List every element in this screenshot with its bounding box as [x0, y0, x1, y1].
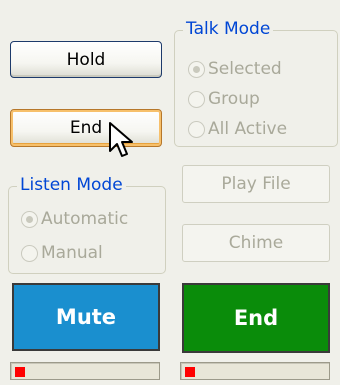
talk-mode-group-radio[interactable]: Group [188, 89, 260, 109]
radio-label: All Active [208, 119, 288, 139]
hold-button[interactable]: Hold [10, 41, 162, 78]
talk-end-button[interactable]: End [182, 283, 330, 353]
radio-selected-icon [21, 210, 38, 228]
radio-label: Group [208, 89, 260, 109]
radio-label: Selected [208, 59, 282, 79]
end-call-button-label: End [69, 118, 103, 138]
radio-selected-icon [188, 60, 205, 78]
talk-mode-group: Talk Mode Selected Group All Active [174, 19, 338, 147]
listen-mode-group: Listen Mode Automatic Manual [8, 175, 166, 274]
play-file-button-label: Play File [221, 174, 291, 194]
talk-mode-all-active-radio[interactable]: All Active [188, 119, 287, 139]
level-indicator [15, 367, 25, 377]
talk-mode-selected-radio[interactable]: Selected [188, 59, 282, 79]
listen-mode-legend: Listen Mode [17, 175, 126, 195]
level-indicator [185, 367, 195, 377]
radio-label: Manual [41, 243, 103, 263]
listen-level-meter [10, 362, 160, 380]
mute-button-label: Mute [55, 305, 117, 329]
chime-button[interactable]: Chime [182, 224, 330, 262]
listen-mode-manual-radio[interactable]: Manual [21, 243, 103, 263]
talk-level-meter [180, 362, 330, 380]
talk-end-button-label: End [233, 306, 279, 330]
talk-mode-legend: Talk Mode [183, 19, 274, 39]
radio-label: Automatic [41, 209, 129, 229]
radio-empty-icon [188, 120, 205, 138]
play-file-button[interactable]: Play File [182, 165, 330, 203]
hold-button-label: Hold [66, 49, 106, 70]
listen-mode-automatic-radio[interactable]: Automatic [21, 209, 128, 229]
arrow-pointer-icon [109, 122, 133, 157]
radio-empty-icon [188, 90, 205, 108]
radio-empty-icon [21, 244, 38, 262]
mute-button[interactable]: Mute [12, 283, 160, 351]
chime-button-label: Chime [228, 233, 284, 253]
